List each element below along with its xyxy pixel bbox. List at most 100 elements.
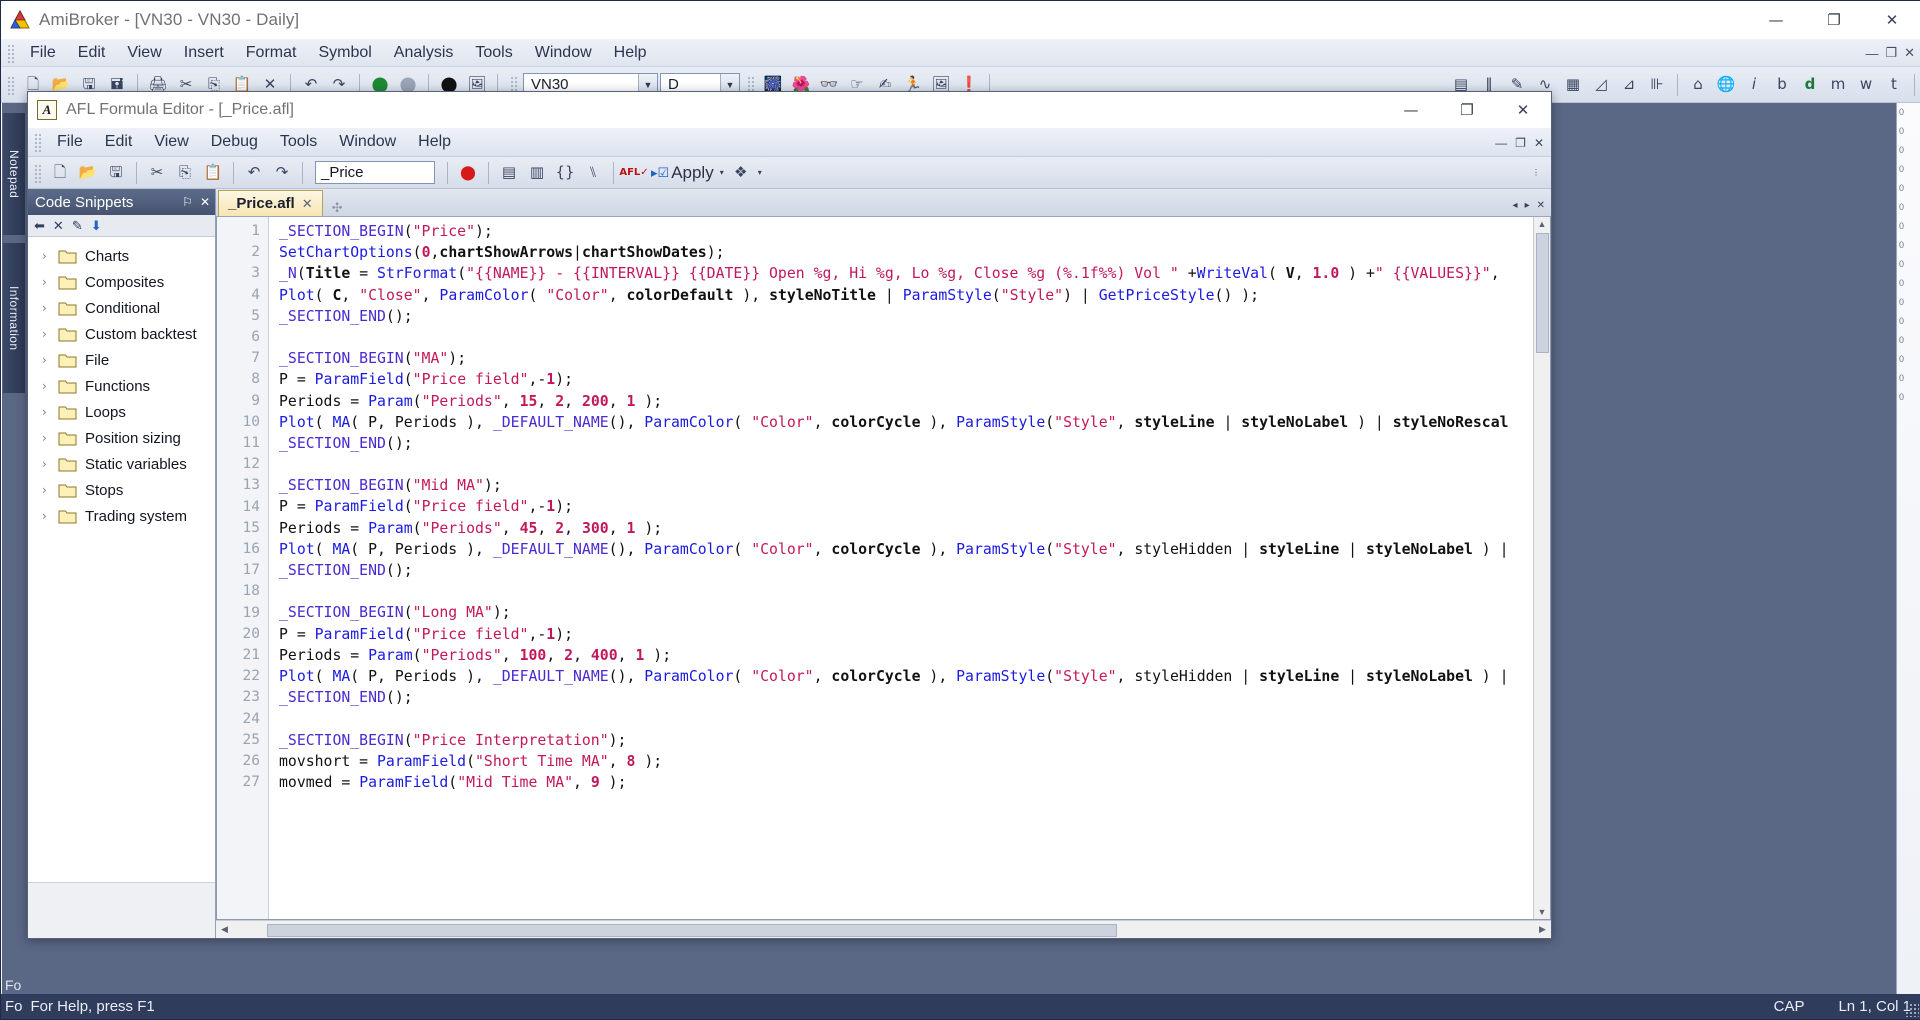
- redo-icon[interactable]: ↷: [270, 161, 294, 185]
- menu-format[interactable]: Format: [235, 41, 308, 65]
- menu-edit[interactable]: Edit: [67, 41, 117, 65]
- main-minimize-button[interactable]: —: [1747, 1, 1805, 39]
- vertical-scroll-thumb[interactable]: [1535, 233, 1549, 353]
- paste-icon[interactable]: 📋: [201, 161, 225, 185]
- scroll-up-icon[interactable]: ▲: [1538, 219, 1547, 229]
- chevron-right-icon[interactable]: ›: [42, 483, 58, 497]
- snippet-folder-position-sizing[interactable]: › Position sizing: [28, 425, 215, 451]
- grid-icon[interactable]: ▦: [1561, 73, 1585, 97]
- editor-minimize-button[interactable]: —: [1383, 92, 1439, 128]
- snippet-folder-stops[interactable]: › Stops: [28, 477, 215, 503]
- new-file-icon[interactable]: 🗋: [48, 161, 72, 185]
- editor-mdi-minimize-button[interactable]: —: [1495, 136, 1507, 150]
- editor-menu-help[interactable]: Help: [407, 130, 462, 154]
- code-line[interactable]: _SECTION_END();: [279, 560, 1533, 581]
- snippet-folder-file[interactable]: › File: [28, 347, 215, 373]
- braces-open-icon[interactable]: {}: [553, 161, 577, 185]
- editor-mdi-close-button[interactable]: ✕: [1534, 136, 1544, 150]
- outdent-icon[interactable]: ▥: [525, 161, 549, 185]
- main-maximize-button[interactable]: ❐: [1805, 1, 1863, 39]
- horizontal-scroll-track[interactable]: [233, 923, 1534, 937]
- code-line[interactable]: Plot( MA( P, Periods ), _DEFAULT_NAME(),…: [279, 539, 1533, 560]
- code-line[interactable]: Periods = Param("Periods", 45, 2, 300, 1…: [279, 518, 1533, 539]
- code-line[interactable]: _SECTION_BEGIN("Mid MA");: [279, 475, 1533, 496]
- record-breakpoint-icon[interactable]: ⬤: [456, 161, 480, 185]
- code-line[interactable]: Plot( MA( P, Periods ), _DEFAULT_NAME(),…: [279, 666, 1533, 687]
- editor-menu-tools[interactable]: Tools: [269, 130, 328, 154]
- snippet-folder-charts[interactable]: › Charts: [28, 243, 215, 269]
- import-snippet-icon[interactable]: ⬇: [91, 218, 102, 234]
- tab-scroll-right-icon[interactable]: ▸: [1525, 200, 1530, 211]
- color-palette-icon[interactable]: ❖: [729, 161, 753, 185]
- edit-snippet-icon[interactable]: ✎: [72, 218, 83, 234]
- scroll-down-icon[interactable]: ▼: [1538, 907, 1547, 917]
- editor-toolbar-grip-icon[interactable]: [33, 162, 42, 183]
- editor-menubar-grip-icon[interactable]: [33, 132, 42, 152]
- close-icon[interactable]: ✕: [302, 196, 313, 212]
- sidebar-tab-information[interactable]: Information: [3, 243, 25, 393]
- chevron-right-icon[interactable]: ›: [42, 405, 58, 419]
- menu-tools[interactable]: Tools: [464, 41, 523, 65]
- editor-menu-debug[interactable]: Debug: [200, 130, 269, 154]
- menu-insert[interactable]: Insert: [173, 41, 235, 65]
- code-vertical-scrollbar[interactable]: ▲ ▼: [1533, 217, 1550, 919]
- code-line[interactable]: Periods = Param("Periods", 15, 2, 200, 1…: [279, 391, 1533, 412]
- code-line[interactable]: _SECTION_BEGIN("Price");: [279, 221, 1533, 242]
- chevron-right-icon[interactable]: ›: [42, 327, 58, 341]
- code-line[interactable]: _SECTION_END();: [279, 433, 1533, 454]
- code-line[interactable]: [279, 327, 1533, 348]
- tab-close-icon[interactable]: ✕: [1537, 200, 1545, 211]
- code-line[interactable]: [279, 708, 1533, 729]
- t-icon[interactable]: t: [1882, 73, 1906, 97]
- snippet-folder-functions[interactable]: › Functions: [28, 373, 215, 399]
- save-icon[interactable]: 🖫: [104, 161, 128, 185]
- new-tab-icon[interactable]: ✣: [332, 200, 343, 216]
- palette-dropdown-arrow-icon[interactable]: ▾: [755, 168, 765, 177]
- code-line[interactable]: [279, 454, 1533, 475]
- w-icon[interactable]: w: [1854, 73, 1878, 97]
- code-text[interactable]: _SECTION_BEGIN("Price"); SetChartOptions(…: [269, 217, 1533, 919]
- code-line[interactable]: Plot( C, "Close", ParamColor( "Color", c…: [279, 285, 1533, 306]
- code-line[interactable]: Periods = Param("Periods", 100, 2, 400, …: [279, 645, 1533, 666]
- scroll-left-icon[interactable]: ◀: [216, 924, 233, 935]
- chevron-right-icon[interactable]: ›: [42, 379, 58, 393]
- braces-close-icon[interactable]: ⑊: [581, 161, 605, 185]
- snippet-folder-composites[interactable]: › Composites: [28, 269, 215, 295]
- chevron-right-icon[interactable]: ›: [42, 457, 58, 471]
- mdi-minimize-button[interactable]: —: [1865, 46, 1878, 61]
- code-line[interactable]: _SECTION_BEGIN("MA");: [279, 348, 1533, 369]
- menu-file[interactable]: File: [19, 41, 67, 65]
- chevron-right-icon[interactable]: ›: [42, 249, 58, 263]
- editor-menu-edit[interactable]: Edit: [94, 130, 144, 154]
- menu-analysis[interactable]: Analysis: [383, 41, 465, 65]
- code-editor[interactable]: 1 2 3 4 5 6 7 8 9 10 11 12 13 14 15 16 17 18 19 20 21 22 23 24 2…: [217, 217, 1533, 919]
- menu-symbol[interactable]: Symbol: [307, 41, 382, 65]
- afl-check-icon[interactable]: AFL✓: [619, 161, 648, 185]
- editor-menu-window[interactable]: Window: [328, 130, 407, 154]
- apply-dropdown-arrow-icon[interactable]: ▾: [717, 168, 727, 177]
- undo-icon[interactable]: ↶: [242, 161, 266, 185]
- snippet-folder-conditional[interactable]: › Conditional: [28, 295, 215, 321]
- menubar-grip-icon[interactable]: [6, 42, 15, 63]
- bars-icon[interactable]: ⊿: [1617, 73, 1641, 97]
- code-line[interactable]: movshort = ParamField("Short Time MA", 8…: [279, 751, 1533, 772]
- editor-menu-file[interactable]: File: [46, 130, 94, 154]
- scroll-right-icon[interactable]: ▶: [1534, 924, 1551, 935]
- menu-help[interactable]: Help: [603, 41, 658, 65]
- cut-icon[interactable]: ✂: [145, 161, 169, 185]
- editor-menu-view[interactable]: View: [143, 130, 199, 154]
- code-horizontal-scrollbar[interactable]: ◀ ▶: [216, 920, 1551, 938]
- auto-hide-pin-icon[interactable]: ⚐: [182, 195, 193, 209]
- mdi-close-button[interactable]: ✕: [1904, 45, 1915, 61]
- snippet-folder-custom-backtest[interactable]: › Custom backtest: [28, 321, 215, 347]
- code-line[interactable]: [279, 581, 1533, 602]
- insert-snippet-icon[interactable]: ⬅: [34, 218, 45, 234]
- chevron-right-icon[interactable]: ›: [42, 275, 58, 289]
- toolbar-overflow-icon[interactable]: ⋮: [1529, 168, 1543, 177]
- toolbar-grip-icon[interactable]: [6, 74, 15, 95]
- code-line[interactable]: _SECTION_BEGIN("Long MA");: [279, 602, 1533, 623]
- close-icon[interactable]: ✕: [200, 195, 210, 209]
- menu-view[interactable]: View: [116, 41, 172, 65]
- chevron-right-icon[interactable]: ›: [42, 509, 58, 523]
- tab-scroll-left-icon[interactable]: ◂: [1513, 200, 1518, 211]
